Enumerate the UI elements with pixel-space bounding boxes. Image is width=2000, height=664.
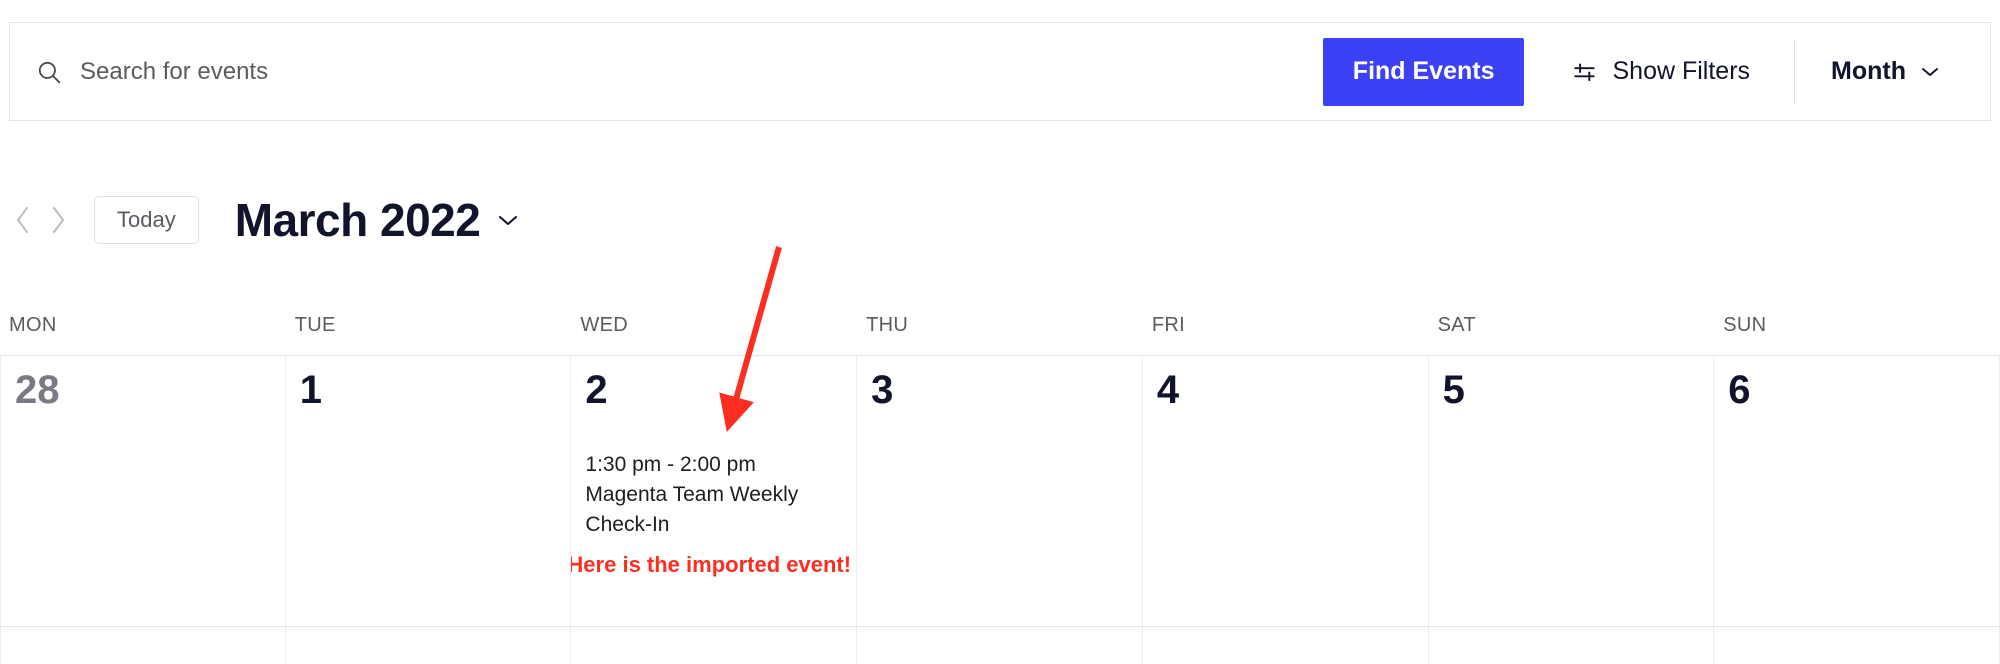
chevron-left-icon [15,205,32,235]
day-cell[interactable] [571,627,858,664]
day-of-week-fri: FRI [1151,313,1185,336]
day-of-week-tue: TUE [294,313,336,336]
calendar-page: Find Events Show Filters Month [0,0,2000,664]
day-cell[interactable]: 2 1:30 pm - 2:00 pm Magenta Team Weekly Che… [571,356,858,626]
search-icon [36,59,62,85]
day-cell[interactable]: 6 [1714,356,2000,626]
day-cell[interactable]: 3 [857,356,1143,626]
event-title-continued: Check-In [585,512,670,536]
day-cell[interactable] [285,627,572,664]
show-filters-button[interactable]: Show Filters [1554,38,1768,106]
day-cell[interactable] [857,627,1143,664]
day-cell[interactable]: 4 [1142,356,1429,626]
day-of-week-wed: WED [580,313,628,336]
day-cell[interactable]: 28 [0,356,286,626]
calendar-week-row [0,626,2000,664]
day-cell[interactable] [1142,627,1429,664]
next-month-button[interactable] [40,198,74,242]
chevron-down-icon [496,213,520,228]
search-input[interactable] [80,51,1080,92]
day-of-week-mon: MON [9,313,57,336]
search-toolbar: Find Events Show Filters Month [9,22,1991,121]
day-number: 2 [585,368,608,412]
event-title: Magenta Team Weekly [585,482,799,506]
event-time: 1:30 pm - 2:00 pm [585,453,756,476]
day-of-week-sun: SUN [1723,313,1767,336]
calendar-event[interactable]: 1:30 pm - 2:00 pm Magenta Team Weekly Chec… [585,450,842,539]
page-title: March 2022 [234,194,481,246]
chevron-down-icon [1920,65,1940,78]
day-number: 5 [1442,368,1465,412]
day-number: 28 [15,368,60,412]
day-number: 1 [299,368,322,412]
calendar-navigation: Today March 2022 [0,185,2000,255]
annotation-text: Here is the imported event! [571,552,852,578]
chevron-right-icon [49,205,66,235]
day-number: 6 [1728,368,1751,412]
month-title-dropdown[interactable]: March 2022 [235,193,521,247]
show-filters-label: Show Filters [1612,57,1751,85]
day-cell[interactable] [1428,627,1715,664]
day-of-week-header: MON TUE WED THU FRI SAT SUN [0,295,2000,355]
filter-sliders-icon [1572,59,1598,85]
day-cell[interactable] [0,627,286,664]
day-number: 4 [1156,368,1180,412]
calendar-week-row: 28 1 2 1:30 pm - 2:00 pm Magenta Team Weekly… [0,355,2000,626]
month-calendar: MON TUE WED THU FRI SAT SUN 28 1 2 1:30 pm - 2:00… [0,295,2000,664]
day-cell[interactable]: 1 [285,356,572,626]
search-field-wrapper[interactable] [10,23,1323,120]
previous-month-button[interactable] [6,198,40,242]
view-mode-dropdown[interactable]: Month [1795,38,1976,106]
day-number: 3 [871,368,894,412]
day-of-week-sat: SAT [1437,313,1476,336]
find-events-button[interactable]: Find Events [1322,37,1525,106]
day-cell[interactable]: 5 [1428,356,1715,626]
calendar-weeks: 28 1 2 1:30 pm - 2:00 pm Magenta Team Weekly… [0,355,2000,664]
view-mode-label: Month [1831,57,1906,85]
day-cell[interactable] [1714,627,2000,664]
today-button[interactable]: Today [94,196,199,244]
day-of-week-thu: THU [866,313,909,336]
